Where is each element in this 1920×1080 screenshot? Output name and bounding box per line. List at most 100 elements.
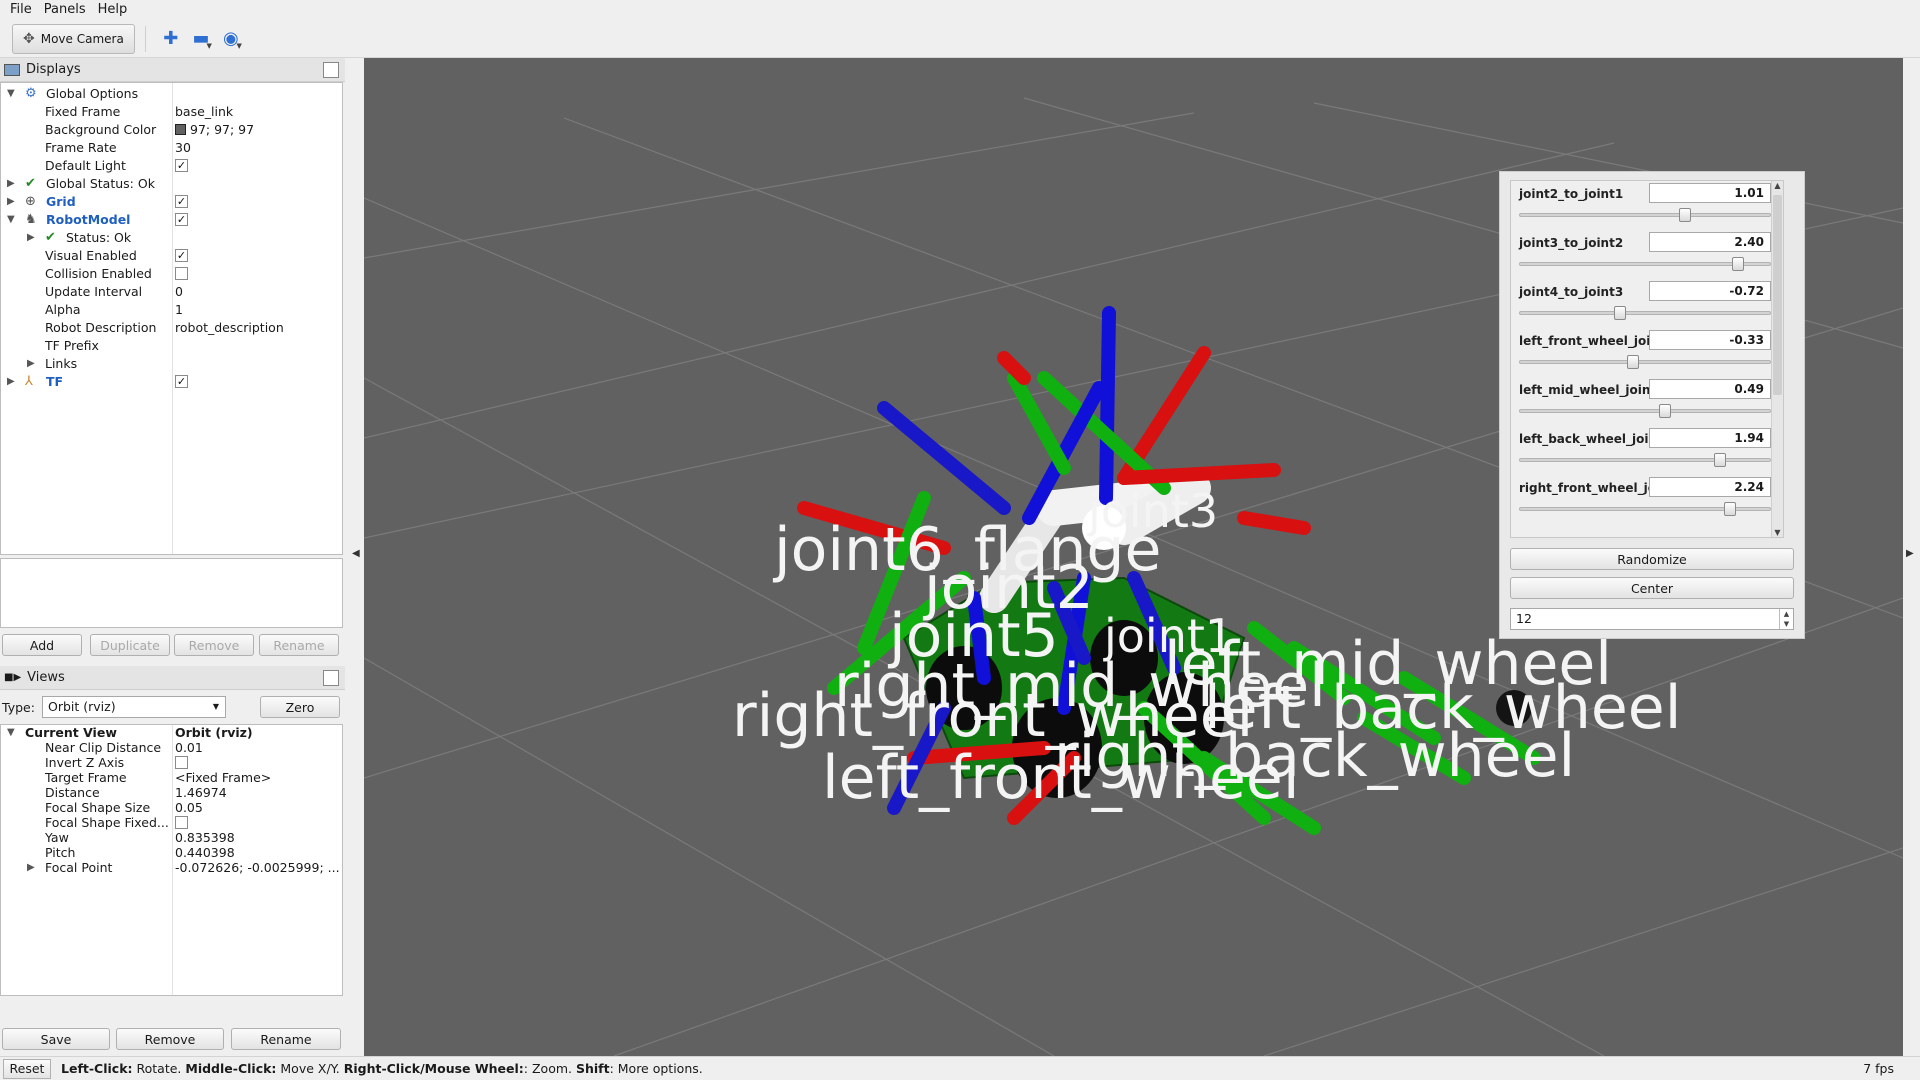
tree-row-fixed-frame[interactable]: Fixed Frame base_link [1,103,342,121]
joint-slider-track[interactable] [1519,502,1771,516]
slider-count-spinbox[interactable]: 12 ▲ ▼ [1510,608,1794,630]
view-row-current-view[interactable]: ▼ Current View Orbit (rviz) [1,725,342,740]
tree-row-visual-enabled[interactable]: Visual Enabled ✓ [1,247,342,265]
robot-model-checkbox[interactable]: ✓ [175,213,188,226]
collapse-left-dock-icon[interactable]: ◀ [352,548,360,559]
joint-value-field[interactable]: 1.94 [1649,428,1771,448]
float-panel-button[interactable] [323,62,339,78]
tree-row-tf[interactable]: ▶ ⅄ TF ✓ [1,373,342,391]
displays-panel-header: Displays [0,58,345,82]
tf-checkbox[interactable]: ✓ [175,375,188,388]
collapse-right-dock-icon[interactable]: ▶ [1906,548,1914,559]
view-type-select[interactable]: Orbit (rviz) ▼ [42,696,226,718]
tree-row-update-interval[interactable]: Update Interval 0 [1,283,342,301]
tree-row-robot-model[interactable]: ▼ ♞ RobotModel ✓ [1,211,342,229]
menu-file[interactable]: File [4,0,38,20]
move-camera-button[interactable]: ✥ Move Camera [12,23,135,54]
tree-row-frame-rate[interactable]: Frame Rate 30 [1,139,342,157]
expand-icon[interactable]: ▶ [27,860,35,875]
joint-slider-track[interactable] [1519,355,1771,369]
tree-row-grid[interactable]: ▶ ⊕ Grid ✓ [1,193,342,211]
menu-panels[interactable]: Panels [38,0,92,20]
save-view-button[interactable]: Save [2,1028,110,1050]
view-row-focal-shape-fixed[interactable]: Focal Shape Fixed... [1,815,342,830]
remove-display-button[interactable]: Remove [174,634,254,656]
add-tool-icon[interactable]: ✚ [156,24,186,54]
joint-value-field[interactable]: -0.72 [1649,281,1771,301]
view-row-focal-point[interactable]: ▶ Focal Point -0.072626; -0.0025999; ... [1,860,342,875]
joint-slider-row: joint3_to_joint2 2.40 [1511,230,1783,279]
randomize-button[interactable]: Randomize [1510,548,1794,570]
expand-icon[interactable]: ▶ [7,373,15,391]
visual-enabled-checkbox[interactable]: ✓ [175,249,188,262]
invert-z-checkbox[interactable] [175,756,188,769]
joint-slider-track[interactable] [1519,257,1771,271]
view-row-yaw[interactable]: Yaw 0.835398 [1,830,342,845]
tree-row-robot-status[interactable]: ▶ ✔ Status: Ok [1,229,342,247]
view-row-focal-shape-size[interactable]: Focal Shape Size 0.05 [1,800,342,815]
joint-value-field[interactable]: 0.49 [1649,379,1771,399]
center-button[interactable]: Center [1510,577,1794,599]
status-hint: Left-Click: Rotate. Middle-Click: Move X… [61,1061,703,1076]
scroll-up-icon[interactable]: ▲ [1772,181,1783,190]
scroll-thumb[interactable] [1773,195,1782,395]
tree-row-robot-description[interactable]: Robot Description robot_description [1,319,342,337]
add-display-button[interactable]: Add [2,634,82,656]
expand-icon[interactable]: ▶ [7,175,15,193]
collapse-icon[interactable]: ▼ [7,211,15,229]
joint-slider-track[interactable] [1519,404,1771,418]
joint-slider-track[interactable] [1519,208,1771,222]
joint-slider-handle[interactable] [1714,453,1726,467]
tree-row-links[interactable]: ▶ Links [1,355,342,373]
joint-name: joint4_to_joint3 [1519,285,1624,299]
spin-arrows-icon[interactable]: ▲ ▼ [1779,609,1793,629]
camera-type-icon[interactable]: ◉ ▼ [216,24,246,54]
scroll-down-icon[interactable]: ▼ [1772,528,1783,537]
tree-row-global-status[interactable]: ▶ ✔ Global Status: Ok [1,175,342,193]
default-light-checkbox[interactable]: ✓ [175,159,188,172]
view-row-near-clip[interactable]: Near Clip Distance 0.01 [1,740,342,755]
joint-value-field[interactable]: 2.24 [1649,477,1771,497]
expand-icon[interactable]: ▶ [27,229,35,247]
rename-view-button[interactable]: Rename [231,1028,341,1050]
joint-slider-handle[interactable] [1659,404,1671,418]
view-row-invert-z[interactable]: Invert Z Axis [1,755,342,770]
joint-slider-handle[interactable] [1679,208,1691,222]
view-row-target-frame[interactable]: Target Frame <Fixed Frame> [1,770,342,785]
reset-button[interactable]: Reset [3,1058,51,1079]
joint-value-field[interactable]: -0.33 [1649,330,1771,350]
expand-icon[interactable]: ▶ [27,355,35,373]
joint-slider-handle[interactable] [1731,257,1744,271]
remove-view-button[interactable]: Remove [116,1028,224,1050]
joint-slider-handle[interactable] [1724,502,1736,516]
displays-title: Displays [26,62,81,77]
float-panel-button[interactable] [323,670,339,686]
tree-row-default-light[interactable]: Default Light ✓ [1,157,342,175]
rename-display-button[interactable]: Rename [259,634,339,656]
collapse-icon[interactable]: ▼ [7,85,15,103]
collision-enabled-checkbox[interactable] [175,267,188,280]
joint-slider-handle[interactable] [1626,355,1639,369]
expand-icon[interactable]: ▶ [7,193,15,211]
joint-slider-track[interactable] [1519,453,1771,467]
joint-slider-handle[interactable] [1614,306,1626,320]
collapse-icon[interactable]: ▼ [7,725,15,740]
view-row-distance[interactable]: Distance 1.46974 [1,785,342,800]
joint-slider-list[interactable]: joint2_to_joint1 1.01 joint3_to_joint2 2.40… [1510,180,1784,538]
tree-row-background-color[interactable]: Background Color 97; 97; 97 [1,121,342,139]
duplicate-display-button[interactable]: Duplicate [90,634,170,656]
joint-list-scrollbar[interactable]: ▲ ▼ [1771,181,1783,537]
focal-shape-fixed-checkbox[interactable] [175,816,188,829]
joint-value-field[interactable]: 1.01 [1649,183,1771,203]
menu-help[interactable]: Help [92,0,134,20]
tree-row-collision-enabled[interactable]: Collision Enabled [1,265,342,283]
tree-row-alpha[interactable]: Alpha 1 [1,301,342,319]
joint-slider-track[interactable] [1519,306,1771,320]
grid-checkbox[interactable]: ✓ [175,195,188,208]
remove-tool-icon[interactable]: ▬ ▼ [186,24,216,54]
tree-row-global-options[interactable]: ▼ ⚙ Global Options [1,85,342,103]
view-row-pitch[interactable]: Pitch 0.440398 [1,845,342,860]
tree-row-tf-prefix[interactable]: TF Prefix [1,337,342,355]
joint-value-field[interactable]: 2.40 [1649,232,1771,252]
zero-view-button[interactable]: Zero [260,696,340,718]
